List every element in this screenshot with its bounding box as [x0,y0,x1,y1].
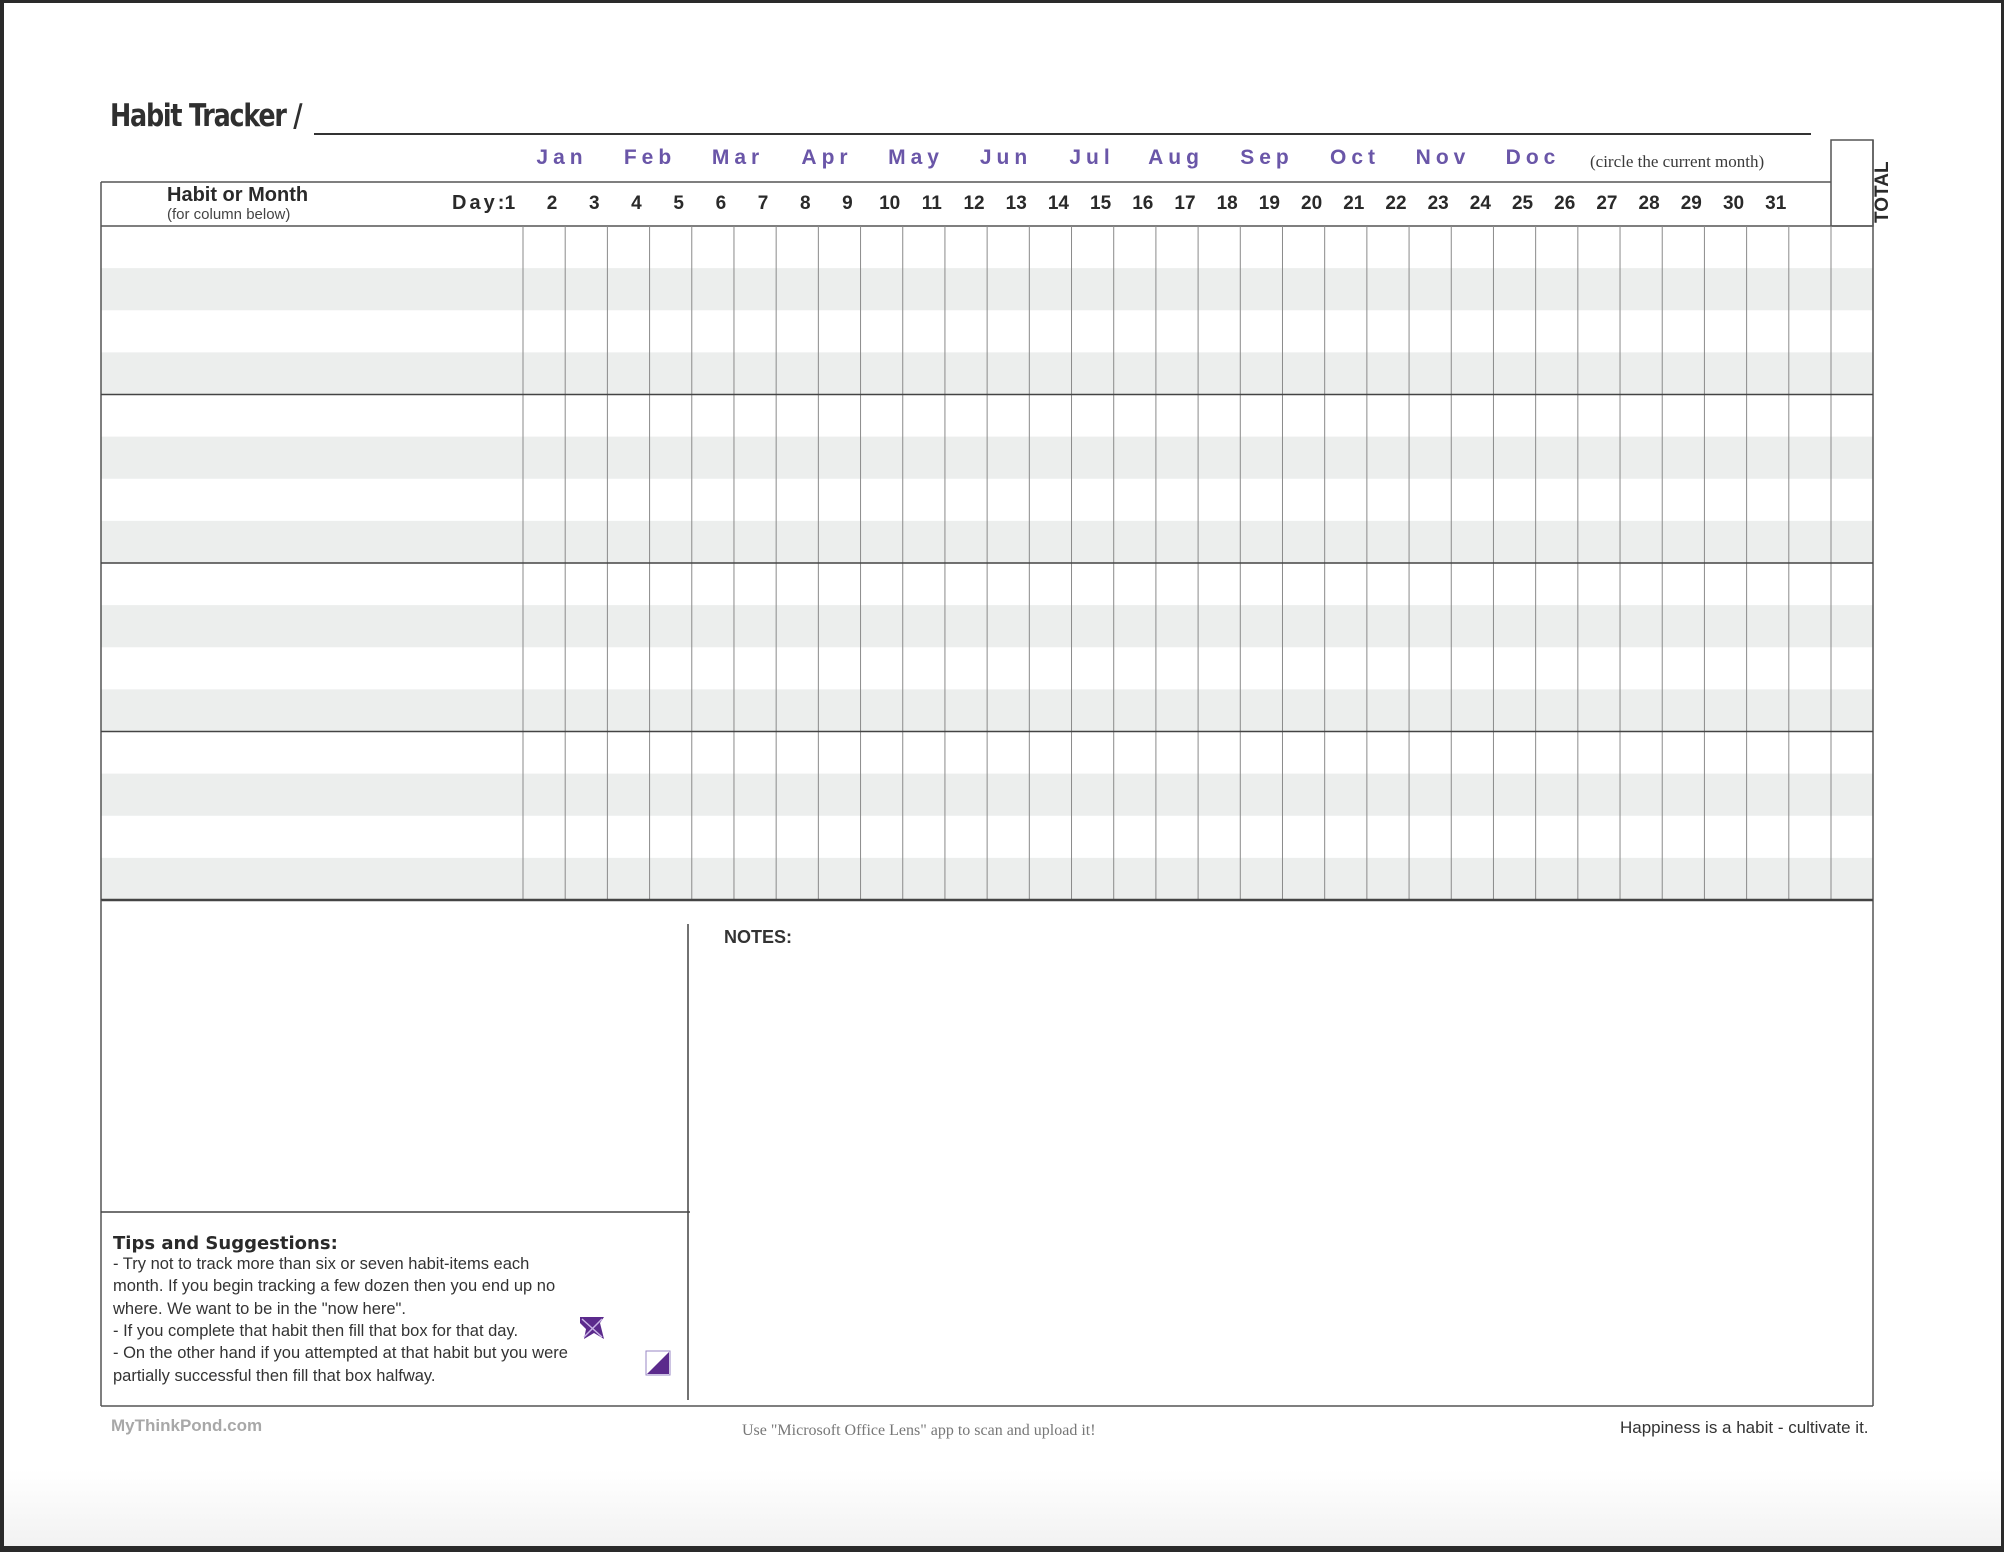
tracker-grid [100,139,1874,1407]
day-number-7: 7 [757,193,769,214]
day-number-8: 8 [799,193,811,214]
day-number-5: 5 [673,193,684,214]
day-number-26: 26 [1554,193,1576,214]
day-number-29: 29 [1680,193,1702,214]
day-number-15: 15 [1090,193,1112,214]
day-number-20: 20 [1301,193,1323,214]
day-number-3: 3 [588,193,600,214]
day-number-1: 1 [504,193,516,214]
day-number-16: 16 [1132,193,1154,214]
notes-area[interactable] [700,950,1860,1400]
day-label: Day: [452,192,508,214]
day-number-21: 21 [1343,193,1365,214]
day-number-17: 17 [1174,193,1196,214]
tips-line: where. We want to be in the "now here". [113,1299,406,1318]
tips-line: - If you complete that habit then fill t… [113,1321,519,1340]
day-number-24: 24 [1469,193,1491,214]
total-header-box [1830,139,1874,227]
tips-line: - Try not to track more than six or seve… [113,1255,530,1273]
habit-column-subheader: (for column below) [167,206,291,223]
day-number-6: 6 [715,193,727,214]
day-number-18: 18 [1216,193,1238,214]
day-number-28: 28 [1638,193,1660,214]
half-filled-box-example-icon [645,1350,671,1376]
tips-title: Tips and Suggestions: [113,1233,338,1254]
day-number-25: 25 [1511,193,1534,214]
free-write-area[interactable] [110,910,680,1205]
notes-label: NOTES: [724,927,793,947]
day-number-30: 30 [1722,193,1745,214]
tips-line: partially successful then fill that box … [113,1366,436,1385]
filled-box-example-icon [580,1317,604,1339]
day-number-4: 4 [631,193,642,214]
day-number-12: 12 [963,193,985,214]
day-number-19: 19 [1258,193,1280,214]
day-number-22: 22 [1385,193,1407,214]
total-column-header: TOTAL [1872,161,1893,223]
day-number-27: 27 [1596,193,1618,214]
day-number-31: 31 [1765,193,1787,214]
footer-quote: Happiness is a habit - cultivate it. [1620,1418,1869,1437]
day-number-9: 9 [842,193,853,214]
day-number-11: 11 [921,193,942,214]
day-number-14: 14 [1047,193,1069,214]
tips-line: month. If you begin tracking a few dozen… [113,1277,556,1296]
footer-scan-note: Use "Microsoft Office Lens" app to scan … [742,1422,1096,1439]
day-number-2: 2 [546,193,558,214]
footer-site: MyThinkPond.com [111,1416,263,1435]
habit-column-header: Habit or Month [167,184,309,206]
day-number-13: 13 [1005,193,1027,214]
day-number-23: 23 [1427,193,1449,214]
day-number-10: 10 [879,193,901,214]
tips-line: - On the other hand if you attempted at … [113,1344,568,1363]
